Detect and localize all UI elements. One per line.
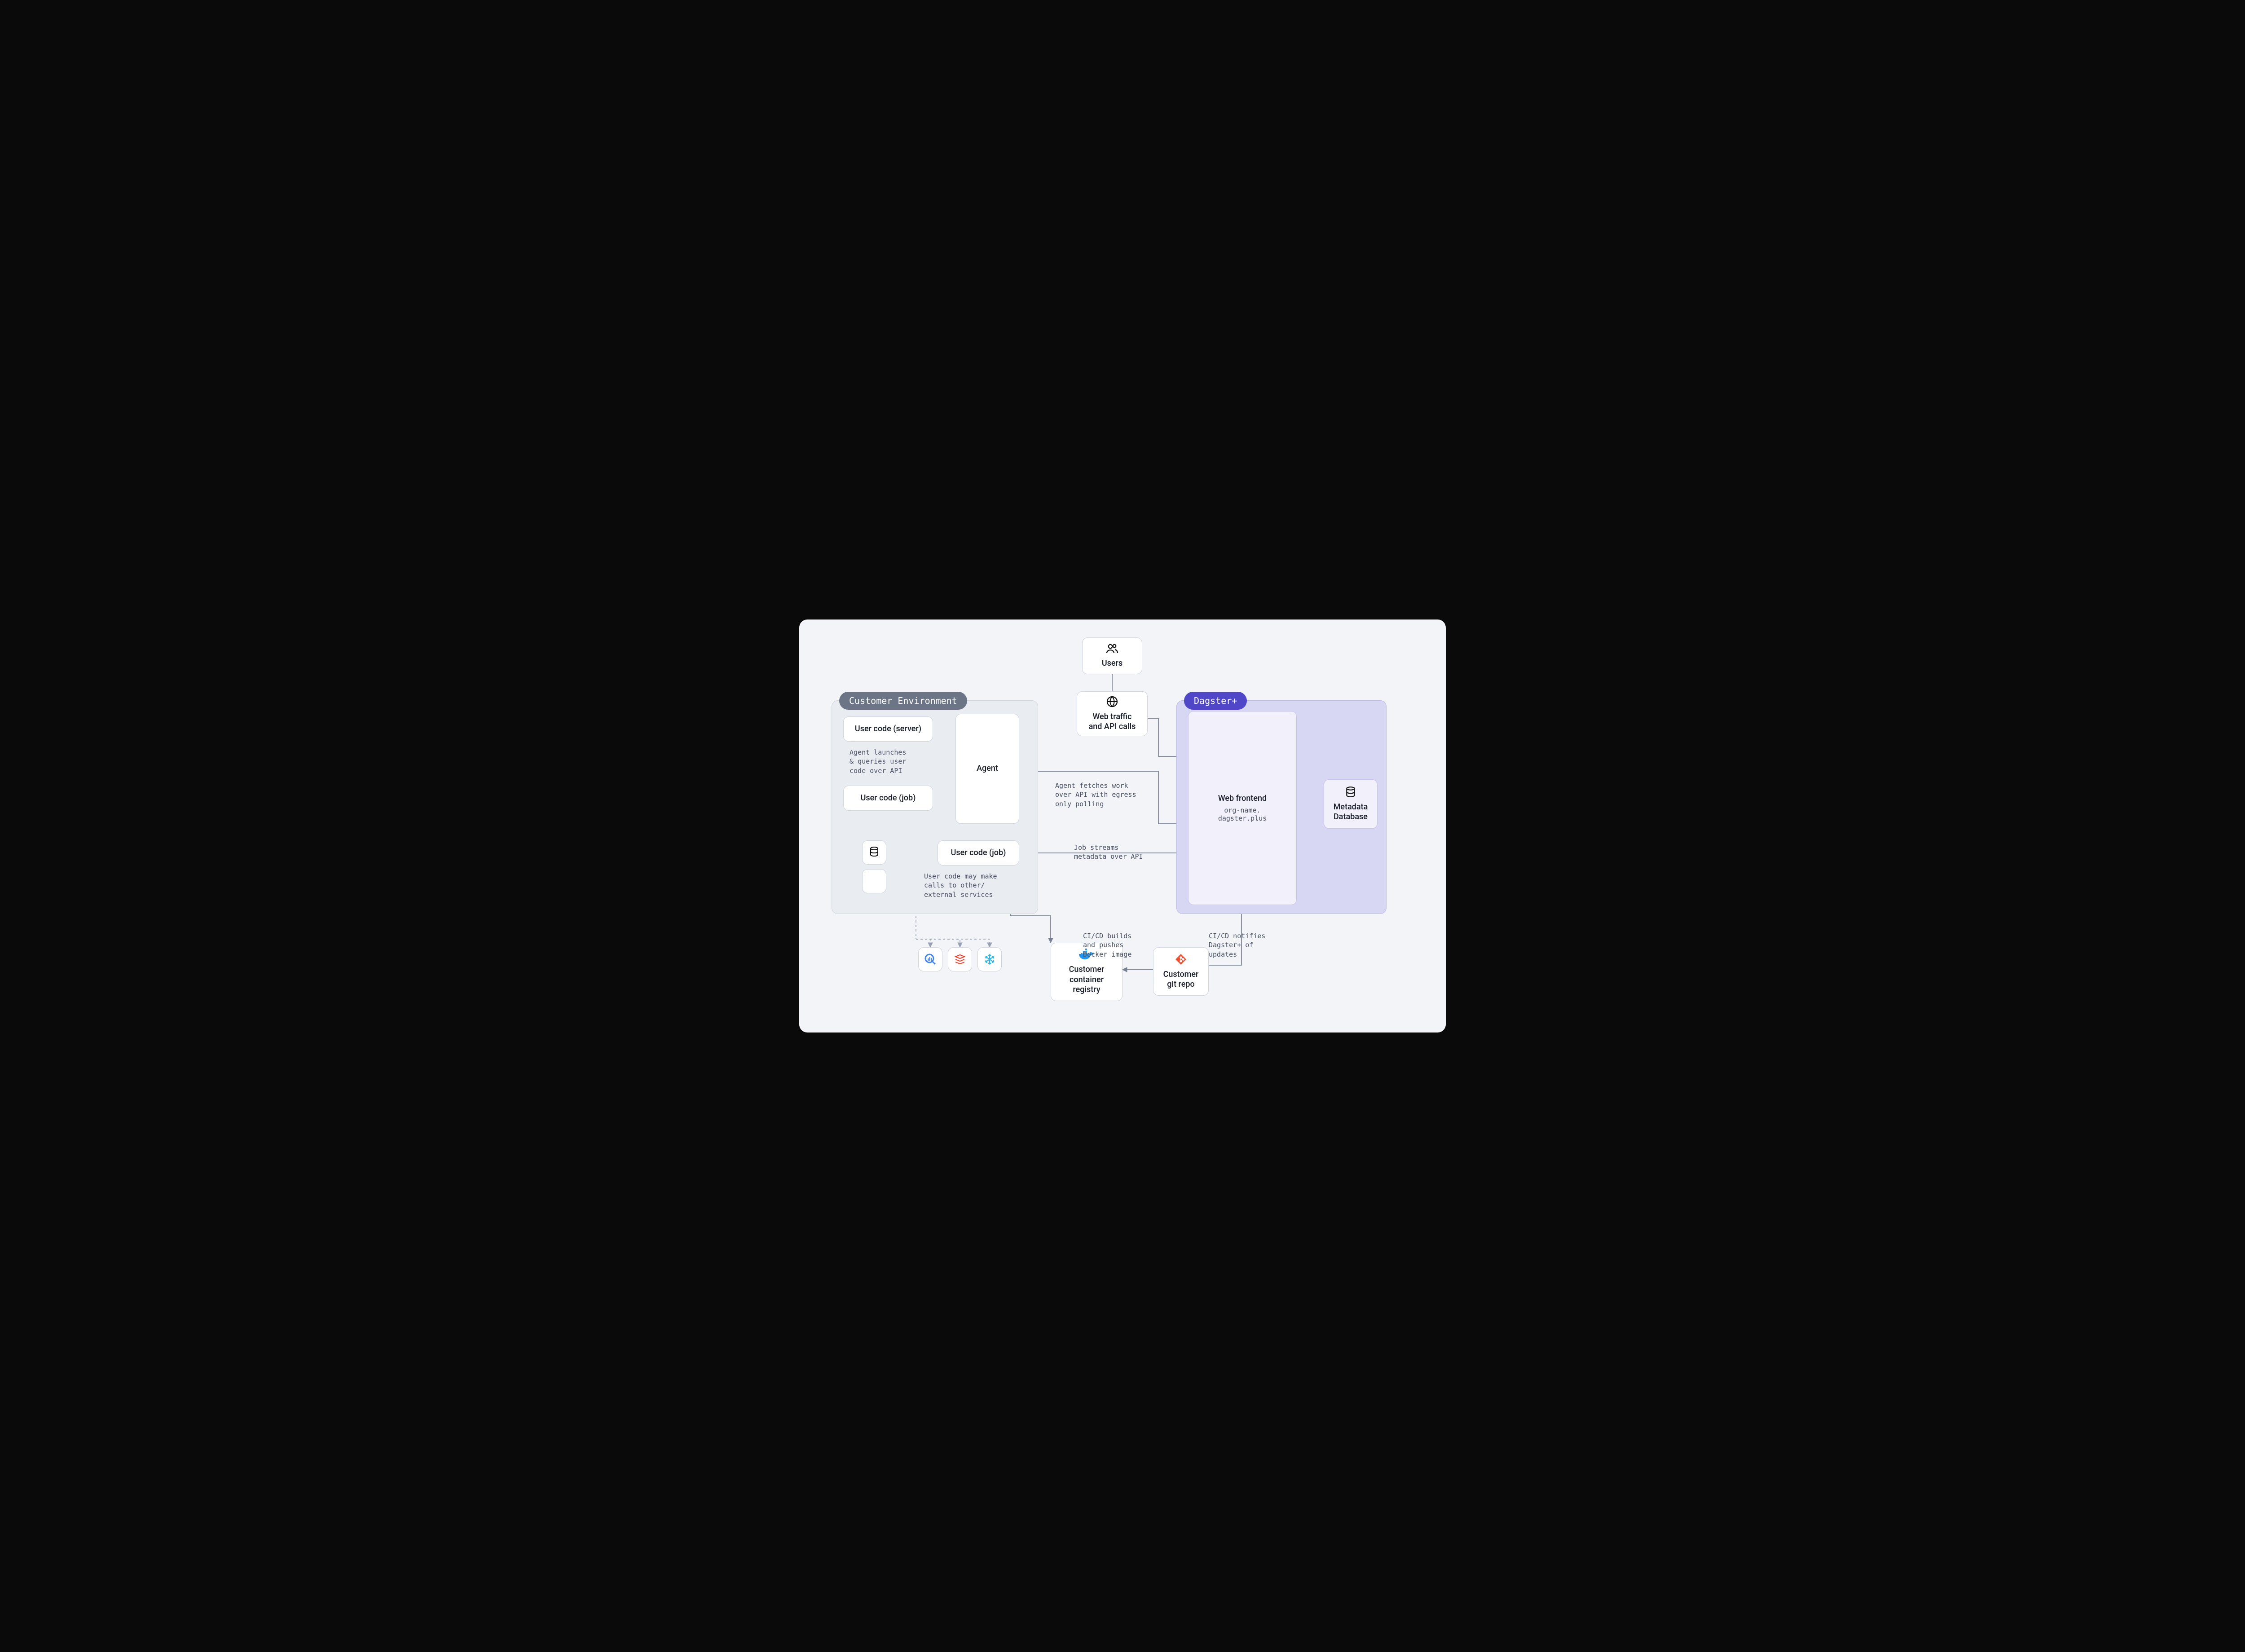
databricks-icon: [954, 953, 966, 966]
bigquery-icon: [924, 953, 937, 966]
node-web-traffic-title: Web traffic and API calls: [1089, 712, 1136, 732]
region-label-dagster: Dagster+: [1184, 692, 1247, 710]
node-web-frontend-sub: org-name. dagster.plus: [1218, 806, 1267, 822]
node-web-traffic: Web traffic and API calls: [1077, 691, 1148, 736]
node-external-db: [862, 840, 886, 865]
node-user-code-server: User code (server): [843, 716, 933, 742]
database-icon: [1345, 786, 1356, 800]
label-job-streams: Job streams metadata over API: [1074, 843, 1143, 861]
node-users-title: Users: [1102, 659, 1122, 669]
snowflake-icon: [983, 953, 996, 966]
label-agent-fetches: Agent fetches work over API with egress …: [1055, 781, 1136, 808]
architecture-diagram: Customer Environment Dagster+ Users Web …: [799, 620, 1446, 1032]
node-git-repo-title: Customer git repo: [1163, 970, 1199, 990]
node-user-code-server-title: User code (server): [855, 724, 921, 734]
git-icon: [1175, 953, 1187, 967]
database-icon: [869, 846, 880, 859]
node-metadata-db-title: Metadata Database: [1334, 802, 1368, 822]
region-label-customer: Customer Environment: [839, 692, 967, 710]
node-external-blank: [862, 869, 886, 893]
node-user-code-job-b: User code (job): [938, 840, 1019, 866]
service-icon-bigquery: [918, 947, 942, 971]
node-agent-title: Agent: [977, 764, 998, 774]
node-user-code-job-a-title: User code (job): [861, 793, 916, 804]
node-container-registry-title: Customer container registry: [1069, 965, 1105, 995]
node-git-repo: Customer git repo: [1153, 947, 1209, 996]
label-user-code-calls: User code may make calls to other/ exter…: [924, 872, 997, 899]
node-agent: Agent: [955, 714, 1019, 824]
globe-icon: [1106, 696, 1118, 709]
node-web-frontend-title: Web frontend: [1218, 794, 1267, 804]
label-cicd-notifies: CI/CD notifies Dagster+ of updates: [1209, 931, 1265, 959]
service-icon-snowflake: [977, 947, 1002, 971]
node-web-frontend: Web frontend org-name. dagster.plus: [1188, 711, 1297, 905]
label-agent-launches: Agent launches & queries user code over …: [850, 748, 906, 775]
node-user-code-job-b-title: User code (job): [951, 848, 1006, 858]
service-icon-databricks: [948, 947, 972, 971]
label-cicd-builds: CI/CD builds and pushes Docker image: [1083, 931, 1131, 959]
node-metadata-db: Metadata Database: [1324, 779, 1378, 829]
node-user-code-job-a: User code (job): [843, 786, 933, 811]
node-users: Users: [1082, 637, 1142, 674]
users-icon: [1106, 643, 1118, 656]
